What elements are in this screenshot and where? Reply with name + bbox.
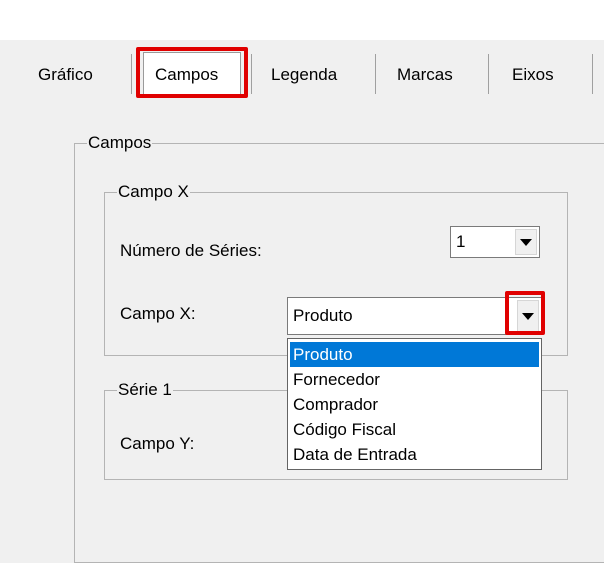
campo-x-select[interactable]: Produto: [287, 297, 542, 335]
num-series-select[interactable]: 1: [450, 226, 540, 258]
tab-legenda[interactable]: Legenda: [271, 62, 337, 88]
tab-eixos[interactable]: Eixos: [512, 62, 554, 88]
tab-separator: [375, 54, 376, 94]
dropdown-option-codigo-fiscal[interactable]: Código Fiscal: [290, 417, 539, 442]
campo-x-group-title: Campo X: [117, 182, 190, 202]
tab-separator: [592, 54, 593, 94]
dropdown-option-comprador[interactable]: Comprador: [290, 392, 539, 417]
campo-y-label: Campo Y:: [120, 434, 195, 453]
num-series-value: 1: [456, 232, 466, 251]
tab-marcas[interactable]: Marcas: [397, 62, 453, 88]
tab-separator: [488, 54, 489, 94]
campos-group-title: Campos: [87, 133, 153, 153]
tab-separator: [251, 54, 252, 94]
num-series-label: Número de Séries:: [120, 241, 262, 260]
dropdown-option-data-de-entrada[interactable]: Data de Entrada: [290, 442, 539, 467]
dropdown-option-produto[interactable]: Produto: [290, 342, 539, 367]
chevron-down-icon: [520, 238, 532, 246]
serie-1-group-title: Série 1: [117, 380, 173, 400]
campos-tab-highlight: [136, 47, 248, 98]
campo-x-value: Produto: [293, 306, 353, 325]
dropdown-button-highlight: [505, 291, 545, 335]
window-top-strip: [0, 0, 604, 40]
num-series-dropdown-button[interactable]: [515, 229, 537, 255]
tab-grafico[interactable]: Gráfico: [38, 62, 93, 88]
dropdown-option-fornecedor[interactable]: Fornecedor: [290, 367, 539, 392]
campo-x-dropdown-list: Produto Fornecedor Comprador Código Fisc…: [287, 338, 542, 470]
tab-separator: [131, 54, 132, 94]
campo-x-label: Campo X:: [120, 304, 196, 323]
